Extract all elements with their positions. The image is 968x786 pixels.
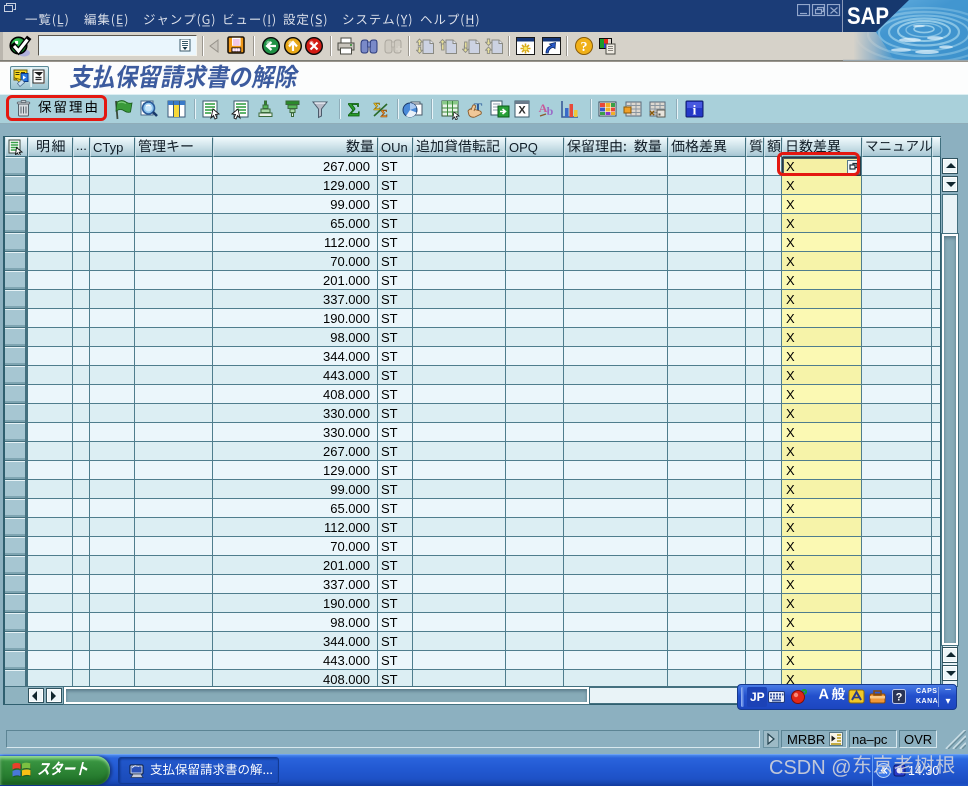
svg-text:Σ: Σ bbox=[348, 100, 360, 120]
svg-text:b: b bbox=[547, 104, 554, 118]
svg-text:i: i bbox=[693, 104, 697, 119]
svg-text:X: X bbox=[518, 105, 526, 117]
svg-text:?: ? bbox=[581, 40, 588, 55]
svg-text:?: ? bbox=[896, 692, 903, 704]
svg-text:SAP: SAP bbox=[847, 3, 889, 30]
